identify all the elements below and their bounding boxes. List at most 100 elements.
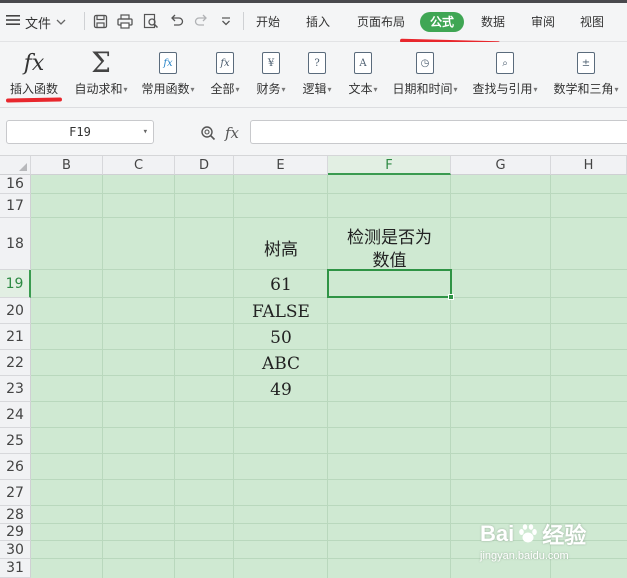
customize-dropdown-icon[interactable] [218, 13, 234, 29]
finance-button[interactable]: ¥ 财务▾ [250, 42, 292, 108]
file-menu[interactable]: 文件 [6, 11, 66, 33]
menu-bar: 文件 开始 插入 页面布局 公式 数据 审阅 视图 [0, 0, 627, 46]
tab-data[interactable]: 数据 [476, 12, 510, 32]
all-functions-button[interactable]: fx 全部▾ [204, 42, 246, 108]
row-header-18[interactable]: 18 [0, 218, 31, 270]
logic-button[interactable]: ? 逻辑▾ [296, 42, 338, 108]
cell-e18[interactable]: 树高 [234, 235, 328, 260]
undo-icon[interactable] [168, 13, 184, 29]
paw-logo-icon [519, 524, 538, 543]
save-icon[interactable] [92, 13, 108, 29]
dropdown-caret-icon: ▾ [453, 85, 458, 94]
common-functions-icon: fx [156, 50, 180, 76]
tab-home[interactable]: 开始 [251, 12, 285, 32]
file-menu-label: 文件 [25, 16, 52, 32]
column-header-h[interactable]: H [551, 156, 627, 175]
row-header-17[interactable]: 17 [0, 194, 31, 218]
chevron-down-icon: ▾ [142, 127, 148, 137]
fx-icon[interactable]: fx [225, 124, 239, 142]
gridline [174, 175, 175, 578]
gridline [31, 453, 627, 454]
common-functions-label: 常用函数 [141, 82, 190, 96]
finance-label: 财务 [256, 82, 281, 96]
cell-f18-line1[interactable]: 检测是否为 [328, 223, 451, 248]
tab-review[interactable]: 审阅 [526, 12, 560, 32]
column-header-b[interactable]: B [31, 156, 103, 175]
fill-handle[interactable] [448, 294, 454, 300]
gridline [31, 427, 627, 428]
formula-bar: F19 ▾ fx [0, 108, 627, 156]
name-box[interactable]: F19 ▾ [6, 120, 154, 144]
date-time-button[interactable]: ◷ 日期和时间▾ [388, 42, 462, 108]
row-header-19[interactable]: 19 [0, 270, 31, 298]
dropdown-caret-icon: ▾ [190, 85, 195, 94]
lookup-icon: ⌕ [493, 50, 517, 76]
column-header-c[interactable]: C [103, 156, 175, 175]
watermark-brand-right: 经验 [542, 523, 587, 548]
row-header-23[interactable]: 23 [0, 376, 31, 402]
cell-f18-line2[interactable]: 数值 [328, 246, 451, 271]
row-header-25[interactable]: 25 [0, 428, 31, 454]
common-functions-button[interactable]: fx 常用函数▾ [137, 42, 199, 108]
redo-icon[interactable] [193, 13, 209, 29]
row-header-24[interactable]: 24 [0, 402, 31, 428]
cell-e23[interactable]: 49 [234, 380, 328, 400]
lookup-reference-button[interactable]: ⌕ 查找与引用▾ [467, 42, 543, 108]
gridline [31, 375, 627, 376]
ribbon: fx 插入函数 Σ 自动求和▾ fx 常用函数▾ fx 全部▾ ¥ 财务▾ ? … [0, 42, 627, 108]
row-header-30[interactable]: 30 [0, 541, 31, 559]
print-preview-icon[interactable] [143, 13, 159, 29]
dropdown-caret-icon: ▾ [235, 85, 240, 94]
math-trig-label: 数学和三角 [553, 82, 614, 96]
insert-function-label: 插入函数 [9, 82, 58, 96]
text-functions-button[interactable]: A 文本▾ [342, 42, 384, 108]
name-box-value: F19 [69, 125, 91, 139]
hamburger-icon [6, 14, 20, 30]
row-header-27[interactable]: 27 [0, 480, 31, 506]
baidu-jingyan-watermark: Bai 经验 jingyan.baidu.com [476, 514, 616, 574]
row-header-20[interactable]: 20 [0, 298, 31, 324]
all-functions-icon: fx [213, 50, 237, 76]
autosum-button[interactable]: Σ 自动求和▾ [68, 42, 134, 108]
formula-input[interactable] [250, 120, 627, 144]
dropdown-caret-icon: ▾ [123, 85, 128, 94]
all-functions-label: 全部 [210, 82, 235, 96]
text-functions-label: 文本 [348, 82, 373, 96]
cell-e20[interactable]: FALSE [234, 302, 328, 322]
row-header-31[interactable]: 31 [0, 559, 31, 578]
dropdown-caret-icon: ▾ [533, 85, 538, 94]
zoom-find-icon[interactable] [200, 124, 216, 142]
row-header-21[interactable]: 21 [0, 324, 31, 350]
dropdown-caret-icon: ▾ [281, 85, 286, 94]
tab-insert[interactable]: 插入 [301, 12, 335, 32]
column-header-f[interactable]: F [328, 156, 451, 175]
gridline [31, 505, 627, 506]
column-header-e[interactable]: E [234, 156, 328, 175]
cell-e22[interactable]: ABC [234, 354, 328, 374]
select-all-corner[interactable] [0, 156, 31, 175]
row-header-28[interactable]: 28 [0, 506, 31, 524]
tab-page-layout[interactable]: 页面布局 [352, 12, 410, 32]
gridline [31, 479, 627, 480]
dropdown-caret-icon: ▾ [327, 85, 332, 94]
row-header-16[interactable]: 16 [0, 175, 31, 194]
cell-e21[interactable]: 50 [234, 328, 328, 348]
date-time-label: 日期和时间 [392, 82, 453, 96]
tab-view[interactable]: 视图 [575, 12, 609, 32]
row-header-26[interactable]: 26 [0, 454, 31, 480]
cell-e19[interactable]: 61 [234, 275, 328, 295]
active-cell-f19[interactable] [327, 269, 452, 298]
logic-label: 逻辑 [302, 82, 327, 96]
column-header-g[interactable]: G [451, 156, 551, 175]
sigma-icon: Σ [91, 46, 111, 79]
column-header-d[interactable]: D [175, 156, 234, 175]
math-trig-button[interactable]: ± 数学和三角▾ [548, 42, 624, 108]
tab-formulas[interactable]: 公式 [420, 12, 464, 32]
gridline [31, 401, 627, 402]
row-header-29[interactable]: 29 [0, 524, 31, 541]
dropdown-caret-icon: ▾ [373, 85, 378, 94]
row-header-22[interactable]: 22 [0, 350, 31, 376]
autosum-label: 自动求和 [74, 82, 123, 96]
print-icon[interactable] [117, 13, 133, 29]
finance-icon: ¥ [259, 50, 283, 76]
